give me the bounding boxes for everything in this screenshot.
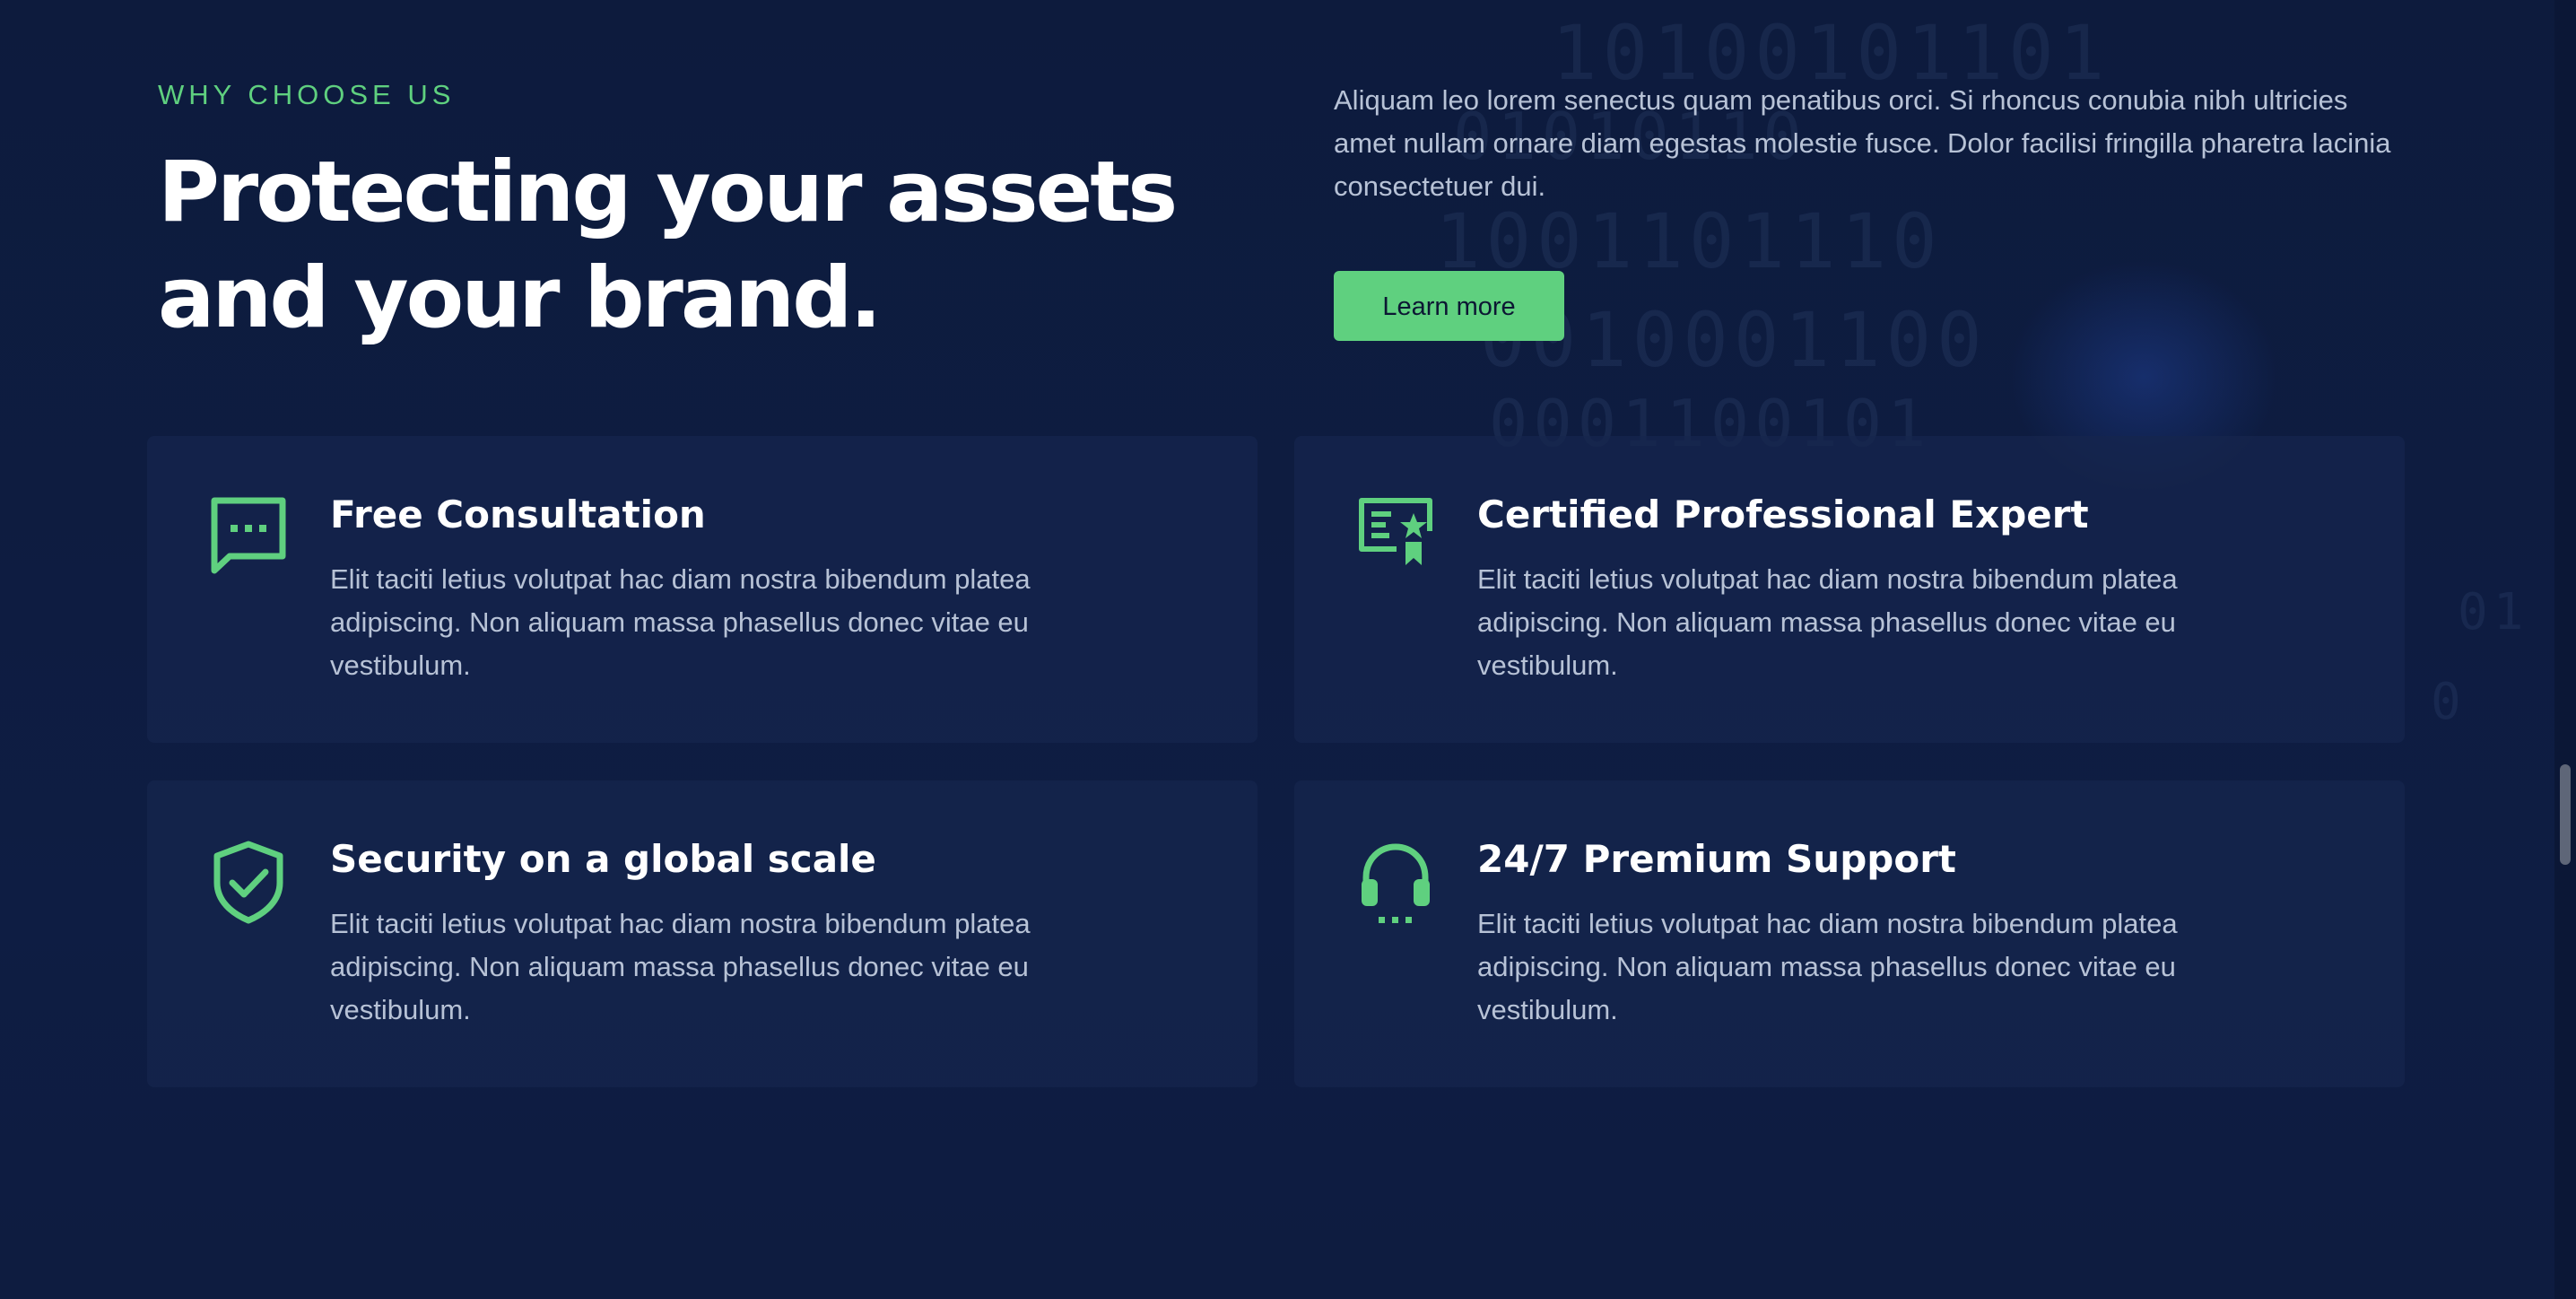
intro-text: Aliquam leo lorem senectus quam penatibu… xyxy=(1334,84,2391,202)
feature-description: Elit taciti letius volutpat hac diam nos… xyxy=(330,908,1031,1025)
why-choose-us-section: 10100101101 01010110 1001101110 00100011… xyxy=(0,0,2576,1299)
feature-card-global-security: Security on a global scale Elit taciti l… xyxy=(147,780,1258,1087)
section-headline: Protecting your assets and your brand. xyxy=(158,144,1178,347)
section-intro: Aliquam leo lorem senectus quam penatibu… xyxy=(1334,79,2410,341)
headset-icon xyxy=(1357,840,1434,926)
feature-card-free-consultation: Free Consultation Elit taciti letius vol… xyxy=(147,436,1258,743)
feature-card-certified-expert: Certified Professional Expert Elit tacit… xyxy=(1294,436,2405,743)
section-header: WHY CHOOSE US Protecting your assets and… xyxy=(158,75,1324,352)
feature-description: Elit taciti letius volutpat hac diam nos… xyxy=(330,563,1031,681)
shield-check-icon xyxy=(210,840,287,926)
chat-bubble-icon xyxy=(210,495,287,581)
feature-description: Elit taciti letius volutpat hac diam nos… xyxy=(1477,908,2178,1025)
feature-title: Free Consultation xyxy=(330,493,706,536)
learn-more-button[interactable]: Learn more xyxy=(1334,271,1564,341)
scrollbar-thumb[interactable] xyxy=(2560,764,2571,865)
section-eyebrow: WHY CHOOSE US xyxy=(158,79,456,110)
feature-description: Elit taciti letius volutpat hac diam nos… xyxy=(1477,563,2178,681)
vertical-scrollbar[interactable] xyxy=(2554,0,2576,1299)
feature-title: 24/7 Premium Support xyxy=(1477,837,1956,881)
certificate-icon xyxy=(1357,495,1434,581)
feature-title: Security on a global scale xyxy=(330,837,876,881)
feature-title: Certified Professional Expert xyxy=(1477,493,2089,536)
feature-card-premium-support: 24/7 Premium Support Elit taciti letius … xyxy=(1294,780,2405,1087)
